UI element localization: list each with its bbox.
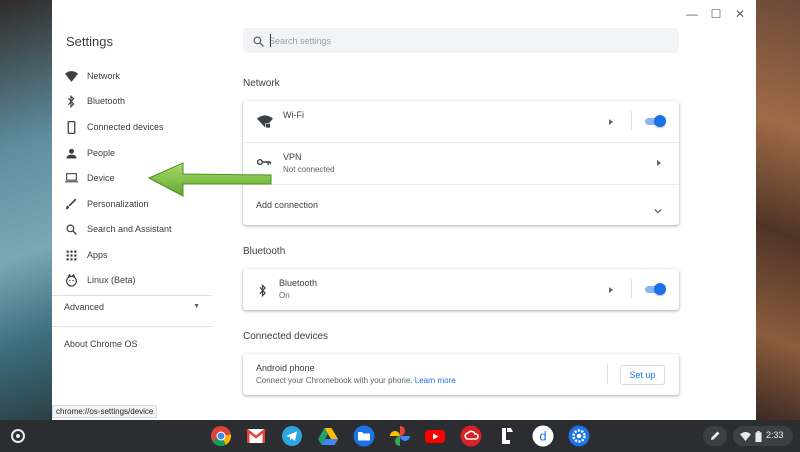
sidebar-item-about[interactable]: About Chrome OS [64,339,138,349]
close-button[interactable]: ✕ [730,6,750,22]
clock: 2:33 [766,430,784,440]
sidebar-item-apps[interactable]: Apps [52,243,212,267]
learn-more-link[interactable]: Learn more [415,376,456,385]
settings-window: — ☐ ✕ Settings Network Bluetooth Connect… [52,0,756,420]
sidebar-item-label: Apps [87,250,108,260]
android-phone-row: Android phone Connect your Chromebook wi… [243,354,679,395]
annotation-arrow [147,162,272,197]
brush-icon [64,197,78,211]
arrow-right-icon[interactable] [609,119,613,125]
youtube-icon[interactable] [424,425,446,447]
svg-text:d: d [539,429,546,444]
phone-icon [64,120,78,134]
bluetooth-icon [257,283,267,297]
arrow-right-icon[interactable] [609,287,613,293]
wifi-icon [64,69,78,83]
section-title-bluetooth: Bluetooth [243,246,286,257]
add-connection-row[interactable]: Add connection [243,185,679,225]
sidebar-item-connected-devices[interactable]: Connected devices [52,115,212,139]
search-icon [253,34,264,52]
laptop-icon [64,171,78,185]
telegram-icon[interactable] [281,425,303,447]
section-title-network: Network [243,78,280,89]
linux-icon [64,273,78,287]
adobe-creative-cloud-icon[interactable] [460,425,482,447]
stylus-tools-button[interactable] [703,426,727,446]
vpn-label: VPN [283,152,302,162]
sidebar-item-label: Linux (Beta) [87,275,136,285]
bluetooth-card: Bluetooth On [243,269,679,310]
row-separator [607,364,608,384]
wifi-locked-icon [257,115,273,129]
android-phone-label: Android phone [256,363,315,373]
sidebar-item-label: Personalization [87,199,149,209]
chevron-down-icon: ▼ [193,303,200,310]
sidebar: Settings Network Bluetooth Connected dev… [52,0,212,420]
arrow-right-icon[interactable] [657,160,661,166]
chrome-icon[interactable] [210,425,232,447]
sidebar-item-label: Search and Assistant [87,224,172,234]
files-icon[interactable] [353,425,375,447]
maximize-button[interactable]: ☐ [706,6,726,22]
text-cursor [270,34,271,47]
sidebar-item-search-and-assistant[interactable]: Search and Assistant [52,217,212,241]
search-bar[interactable] [243,28,679,53]
wifi-row[interactable]: Wi-Fi [243,101,679,142]
sidebar-advanced[interactable]: Advanced ▼ [64,302,200,318]
row-separator [631,111,632,131]
wallpaper-right [756,0,800,420]
android-phone-description: Connect your Chromebook with your phone.… [256,376,456,385]
pen-icon [711,431,720,440]
network-card: Wi-Fi VPN Not connected Add connection [243,101,679,225]
sidebar-item-network[interactable]: Network [52,64,212,88]
search-icon [64,222,78,236]
app-icon[interactable] [496,425,518,447]
google-photos-icon[interactable] [389,425,411,447]
google-drive-icon[interactable] [317,425,339,447]
minimize-button[interactable]: — [682,6,702,22]
sidebar-item-linux[interactable]: Linux (Beta) [52,268,212,292]
sidebar-divider [52,295,212,296]
settings-icon[interactable] [568,425,590,447]
bluetooth-icon [64,94,78,108]
sidebar-item-label: Device [87,173,115,183]
row-separator [631,279,632,299]
app-title: Settings [66,34,113,49]
connected-devices-card: Android phone Connect your Chromebook wi… [243,354,679,395]
battery-icon [755,431,762,442]
section-title-connected-devices: Connected devices [243,331,329,342]
launcher-icon[interactable] [11,429,25,443]
add-connection-label: Add connection [256,200,319,210]
search-input[interactable] [269,32,669,49]
description-text: Connect your Chromebook with your phone. [256,376,413,385]
window-controls: — ☐ ✕ [682,6,750,22]
status-tray[interactable]: 2:33 [733,426,793,446]
sidebar-item-label: Network [87,71,121,81]
bluetooth-toggle[interactable] [644,283,666,295]
dictionary-icon[interactable]: d [532,425,554,447]
shelf: d 2:33 [0,420,800,452]
bluetooth-row[interactable]: Bluetooth On [243,269,679,310]
wifi-toggle[interactable] [644,115,666,127]
chevron-down-icon[interactable] [654,201,662,219]
vpn-status: Not connected [283,165,335,174]
bluetooth-label: Bluetooth [279,278,318,288]
wifi-icon [740,432,751,441]
wifi-label: Wi-Fi [283,110,304,120]
wallpaper-left [0,0,52,420]
sidebar-divider [52,326,212,327]
url-status-tooltip: chrome://os-settings/device [52,405,158,418]
apps-grid-icon [64,248,78,262]
sidebar-item-bluetooth[interactable]: Bluetooth [52,89,212,113]
gmail-icon[interactable] [245,425,267,447]
person-icon [64,146,78,160]
advanced-label: Advanced [64,302,105,312]
sidebar-item-label: Connected devices [87,122,164,132]
sidebar-item-label: Bluetooth [87,96,126,106]
bluetooth-status: On [279,291,290,300]
set-up-button[interactable]: Set up [620,365,665,385]
vpn-row[interactable]: VPN Not connected [243,143,679,184]
sidebar-item-label: People [87,148,116,158]
